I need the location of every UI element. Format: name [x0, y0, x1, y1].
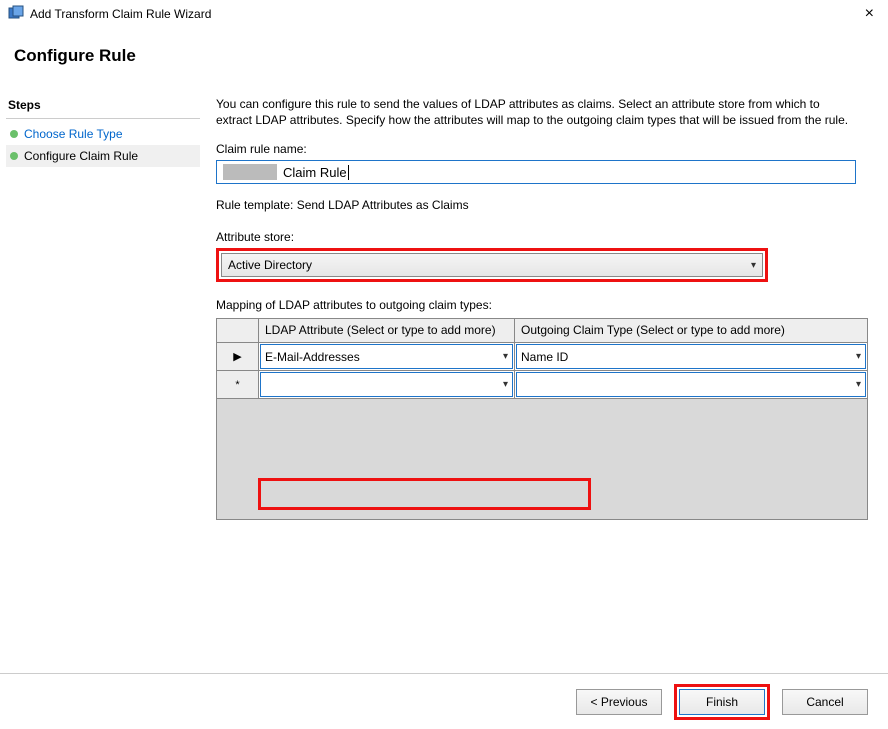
- step-bullet-icon: [10, 130, 18, 138]
- step-choose-rule-type[interactable]: Choose Rule Type: [6, 123, 200, 145]
- cancel-button[interactable]: Cancel: [782, 689, 868, 715]
- intro-text: You can configure this rule to send the …: [216, 96, 856, 128]
- mapping-grid: LDAP Attribute (Select or type to add mo…: [216, 318, 868, 520]
- finish-button[interactable]: Finish: [679, 689, 765, 715]
- wizard-footer: < Previous Finish Cancel: [0, 673, 888, 729]
- step-label: Configure Claim Rule: [24, 149, 138, 163]
- attribute-store-value: Active Directory: [228, 258, 312, 272]
- steps-heading: Steps: [6, 96, 200, 119]
- ldap-attribute-select[interactable]: ▾: [260, 372, 513, 397]
- outgoing-claim-value: Name ID: [521, 350, 568, 364]
- close-icon[interactable]: ×: [859, 5, 880, 23]
- rule-template-text: Rule template: Send LDAP Attributes as C…: [216, 198, 868, 212]
- chevron-down-icon: ▾: [503, 379, 508, 390]
- claim-rule-name-value: Claim Rule: [283, 165, 349, 180]
- page-title: Configure Rule: [14, 46, 870, 66]
- outgoing-claim-select[interactable]: Name ID ▾: [516, 344, 866, 369]
- step-label: Choose Rule Type: [24, 127, 123, 141]
- row-marker-icon: *: [217, 371, 259, 398]
- attribute-store-select[interactable]: Active Directory ▾: [221, 253, 763, 277]
- previous-button[interactable]: < Previous: [576, 689, 662, 715]
- chevron-down-icon: ▾: [856, 379, 861, 390]
- window-title: Add Transform Claim Rule Wizard: [30, 7, 859, 21]
- chevron-down-icon: ▾: [751, 260, 756, 271]
- claim-rule-name-input[interactable]: Claim Rule: [216, 160, 856, 184]
- row-marker-icon: ▶: [217, 343, 259, 370]
- finish-highlight: Finish: [674, 684, 770, 720]
- grid-row: * ▾ ▾: [217, 371, 867, 399]
- step-bullet-icon: [10, 152, 18, 160]
- attribute-store-label: Attribute store:: [216, 230, 868, 244]
- ldap-attribute-value: E-Mail-Addresses: [265, 350, 360, 364]
- mapping-label: Mapping of LDAP attributes to outgoing c…: [216, 298, 868, 312]
- step-configure-claim-rule[interactable]: Configure Claim Rule: [6, 145, 200, 167]
- claim-rule-name-label: Claim rule name:: [216, 142, 868, 156]
- grid-header: LDAP Attribute (Select or type to add mo…: [217, 319, 867, 343]
- ldap-attribute-select[interactable]: E-Mail-Addresses ▾: [260, 344, 513, 369]
- chevron-down-icon: ▾: [856, 351, 861, 362]
- page-header: Configure Rule: [0, 28, 888, 80]
- titlebar: Add Transform Claim Rule Wizard ×: [0, 0, 888, 28]
- main-panel: You can configure this rule to send the …: [206, 90, 888, 673]
- grid-header-rowhead: [217, 319, 259, 342]
- attribute-store-highlight: Active Directory ▾: [216, 248, 768, 282]
- grid-header-ldap: LDAP Attribute (Select or type to add mo…: [259, 319, 515, 342]
- steps-sidebar: Steps Choose Rule Type Configure Claim R…: [0, 90, 206, 673]
- app-icon: [8, 5, 24, 24]
- grid-row: ▶ E-Mail-Addresses ▾ Name ID ▾: [217, 343, 867, 371]
- redacted-prefix: [223, 164, 277, 180]
- chevron-down-icon: ▾: [503, 351, 508, 362]
- outgoing-claim-select[interactable]: ▾: [516, 372, 866, 397]
- grid-header-claim: Outgoing Claim Type (Select or type to a…: [515, 319, 867, 342]
